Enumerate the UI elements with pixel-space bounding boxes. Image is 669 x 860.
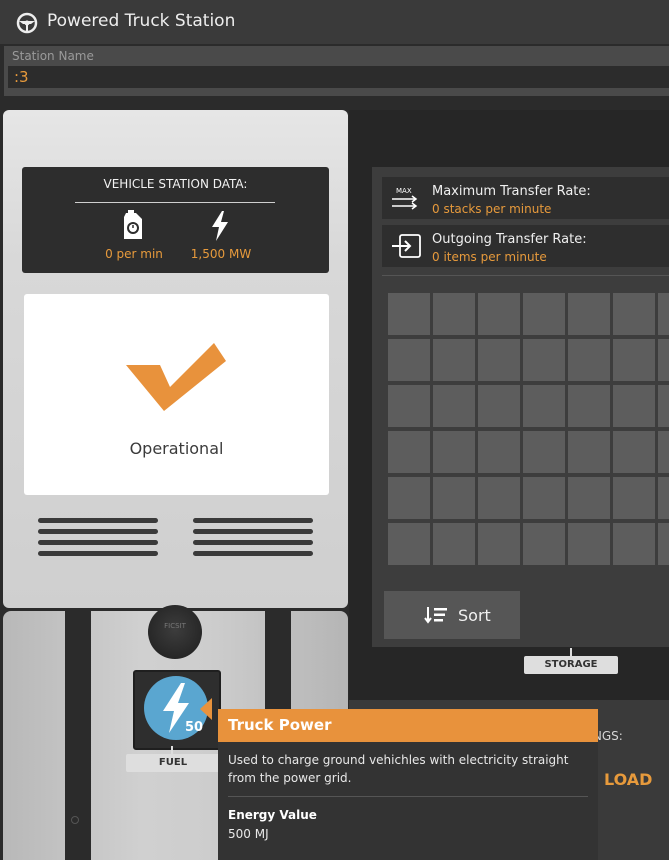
tooltip-title: Truck Power (228, 716, 332, 734)
storage-slot[interactable] (478, 431, 520, 473)
storage-slot[interactable] (568, 385, 610, 427)
storage-slot[interactable] (433, 293, 475, 335)
item-tooltip: Truck Power Used to charge ground vehich… (218, 709, 598, 860)
station-name-label: Station Name (12, 49, 94, 63)
max-transfer-rate-row: MAX Maximum Transfer Rate: 0 stacks per … (382, 177, 669, 219)
storage-slot[interactable] (613, 477, 655, 519)
sort-bar (520, 591, 669, 639)
storage-slot[interactable] (613, 385, 655, 427)
sort-label: Sort (458, 606, 491, 625)
storage-slot[interactable] (433, 523, 475, 565)
storage-slot[interactable] (388, 523, 430, 565)
storage-slot[interactable] (658, 293, 669, 335)
storage-slot[interactable] (658, 385, 669, 427)
storage-slot[interactable] (658, 339, 669, 381)
vehicle-station-data-heading: VEHICLE STATION DATA: (103, 177, 248, 191)
storage-slot[interactable] (523, 477, 565, 519)
storage-slot[interactable] (523, 523, 565, 565)
storage-label: STORAGE (524, 656, 618, 674)
storage-slot[interactable] (523, 293, 565, 335)
status-text: Operational (129, 439, 224, 458)
storage-slot[interactable] (613, 431, 655, 473)
outgoing-transfer-label: Outgoing Transfer Rate: (432, 232, 587, 247)
vehicle-station-data-panel: VEHICLE STATION DATA: 0 per min 1,500 MW (22, 167, 329, 273)
storage-slot[interactable] (658, 477, 669, 519)
fuel-cap: FICSIT (148, 605, 202, 659)
storage-slot[interactable] (613, 293, 655, 335)
max-transfer-label: Maximum Transfer Rate: (432, 184, 591, 199)
storage-slot[interactable] (658, 523, 669, 565)
storage-slot[interactable] (478, 339, 520, 381)
storage-slot[interactable] (523, 339, 565, 381)
storage-slot[interactable] (658, 431, 669, 473)
energy-value: 500 MJ (228, 827, 269, 841)
tooltip-header: Truck Power (218, 709, 598, 742)
storage-slot[interactable] (433, 339, 475, 381)
storage-slot[interactable] (613, 339, 655, 381)
station-name-section: Station Name :3 (4, 46, 669, 96)
storage-slot[interactable] (613, 523, 655, 565)
fuel-label: FUEL (126, 754, 220, 772)
sort-button[interactable]: Sort (384, 591, 520, 639)
screw (71, 816, 79, 824)
storage-grid (388, 293, 669, 569)
storage-slot[interactable] (478, 293, 520, 335)
fuel-canister-icon (124, 210, 142, 239)
storage-slot[interactable] (523, 385, 565, 427)
window-title: Powered Truck Station (47, 11, 236, 31)
cap-brand: FICSIT (164, 622, 186, 630)
storage-slot[interactable] (568, 431, 610, 473)
fuel-slot-count: 50 (185, 720, 204, 735)
window-header: Powered Truck Station (0, 0, 669, 44)
storage-slot[interactable] (433, 431, 475, 473)
outgoing-transfer-value: 0 items per minute (432, 250, 547, 264)
max-transfer-value: 0 stacks per minute (432, 202, 552, 216)
checkmark-icon (126, 343, 226, 411)
right-vent (193, 518, 313, 556)
sort-icon (424, 607, 447, 624)
station-name-input[interactable]: :3 (8, 66, 669, 88)
outgoing-transfer-icon (392, 234, 421, 258)
storage-slot[interactable] (388, 477, 430, 519)
storage-slot[interactable] (523, 431, 565, 473)
storage-slot[interactable] (388, 385, 430, 427)
storage-slot[interactable] (568, 293, 610, 335)
tooltip-pointer (200, 698, 212, 720)
storage-slot[interactable] (433, 385, 475, 427)
storage-slot[interactable] (433, 477, 475, 519)
divider (75, 202, 275, 203)
left-vent (38, 518, 158, 556)
storage-slot[interactable] (478, 385, 520, 427)
outgoing-transfer-rate-row: Outgoing Transfer Rate: 0 items per minu… (382, 225, 669, 267)
tooltip-description: Used to charge ground vehichles with ele… (228, 753, 569, 785)
storage-slot[interactable] (568, 523, 610, 565)
load-button-label[interactable]: LOAD (604, 770, 652, 789)
status-card: Operational (24, 294, 329, 495)
max-transfer-icon: MAX (392, 187, 418, 210)
power-value: 1,500 MW (190, 247, 252, 261)
storage-slot[interactable] (388, 431, 430, 473)
storage-slot[interactable] (388, 293, 430, 335)
fuel-rate-value: 0 per min (105, 247, 163, 261)
max-icon-text: MAX (396, 187, 412, 195)
storage-slot[interactable] (568, 339, 610, 381)
storage-slot[interactable] (568, 477, 610, 519)
energy-value-label: Energy Value (228, 808, 317, 822)
divider (228, 796, 588, 797)
storage-slot[interactable] (388, 339, 430, 381)
storage-slot[interactable] (478, 523, 520, 565)
steering-wheel-icon (16, 12, 38, 34)
storage-slot[interactable] (478, 477, 520, 519)
power-bolt-icon (212, 211, 228, 241)
